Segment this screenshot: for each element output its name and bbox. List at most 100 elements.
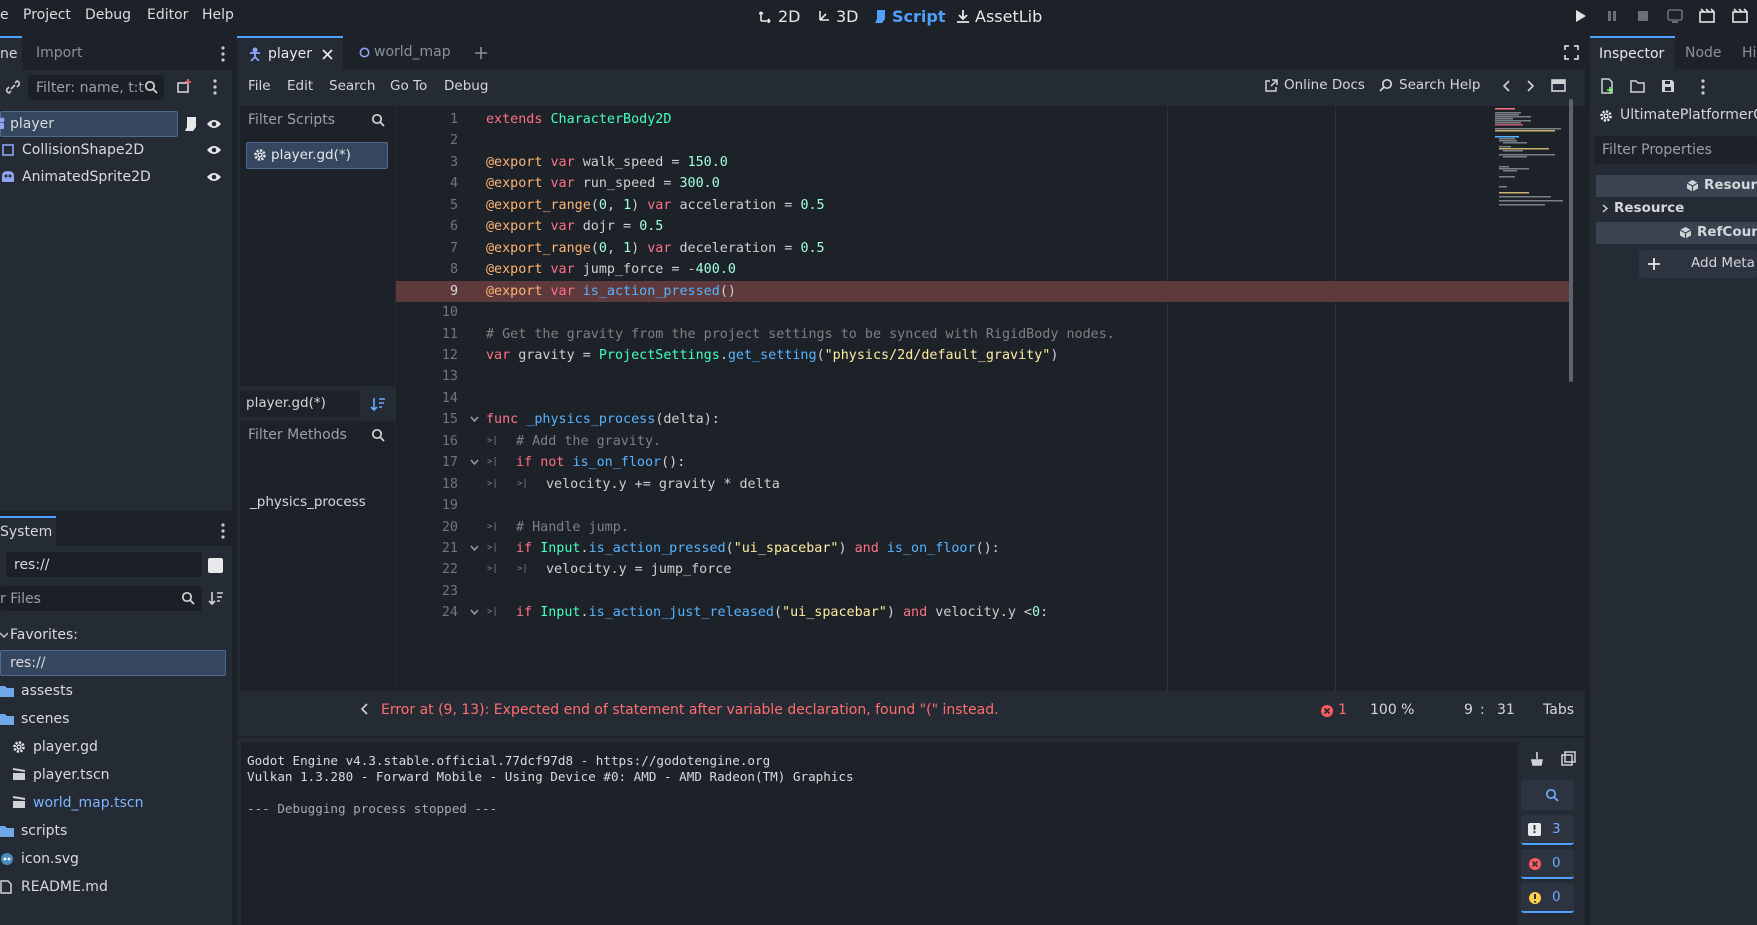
code-line[interactable]: 16 >| # Add the gravity. xyxy=(396,431,1569,452)
tab-inspector[interactable]: Inspector xyxy=(1590,36,1675,69)
workspace-script[interactable]: Script xyxy=(874,4,945,28)
output-log[interactable]: Godot Engine v4.3.stable.official.77dcf9… xyxy=(241,742,1518,925)
line-number[interactable]: 24 xyxy=(398,602,458,623)
code-line[interactable]: 20 >| # Handle jump. xyxy=(396,517,1569,538)
code-line[interactable]: 3 @export var walk_speed = 150.0 xyxy=(396,152,1569,173)
menu-scene[interactable]: e xyxy=(0,4,9,26)
add-metadata-button[interactable]: Add Meta xyxy=(1639,250,1757,278)
code-line[interactable]: 11 # Get the gravity from the project set… xyxy=(396,324,1569,345)
code-line[interactable]: 2 xyxy=(396,130,1569,151)
code-line[interactable]: 17 >| if not is_on_floor(): xyxy=(396,452,1569,473)
indent-mode[interactable]: Tabs xyxy=(1543,702,1574,718)
line-number[interactable]: 3 xyxy=(398,152,458,173)
fold-arrow-icon[interactable] xyxy=(470,602,479,623)
workspace-3d[interactable]: 3D xyxy=(817,4,859,28)
line-number[interactable]: 11 xyxy=(398,324,458,345)
toggle-split-icon[interactable] xyxy=(208,558,223,573)
line-number[interactable]: 22 xyxy=(398,559,458,580)
file-item-res[interactable]: res:// xyxy=(0,650,46,675)
play-custom-icon[interactable] xyxy=(1731,7,1749,25)
script-attached-icon[interactable] xyxy=(184,116,198,132)
search-help-button[interactable]: Search Help xyxy=(1379,77,1480,93)
file-item-player-tscn[interactable]: player.tscn xyxy=(12,762,110,787)
code-line[interactable]: 12 var gravity = ProjectSettings.get_sett… xyxy=(396,345,1569,366)
fold-arrow-icon[interactable] xyxy=(470,538,479,559)
line-number[interactable]: 1 xyxy=(398,109,458,130)
file-item-world-map-tscn[interactable]: world_map.tscn xyxy=(12,790,143,815)
line-number[interactable]: 15 xyxy=(398,409,458,430)
code-line[interactable]: 19 xyxy=(396,495,1569,516)
script-menu-search[interactable]: Search xyxy=(329,78,375,94)
filesystem-filter-input[interactable]: r Files xyxy=(0,586,202,611)
line-number[interactable]: 18 xyxy=(398,474,458,495)
toggle-panel-icon[interactable] xyxy=(1551,79,1566,92)
file-item-readme[interactable]: README.md xyxy=(0,874,108,899)
line-number[interactable]: 9 xyxy=(398,281,458,302)
code-line[interactable]: 15 func _physics_process(delta): xyxy=(396,409,1569,430)
file-item-scenes[interactable]: scenes xyxy=(0,706,69,731)
kebab-menu-icon[interactable] xyxy=(221,46,225,62)
pause-icon[interactable] xyxy=(1603,7,1621,25)
code-line[interactable]: 18 >| >| velocity.y += gravity * delta xyxy=(396,474,1569,495)
line-number[interactable]: 5 xyxy=(398,195,458,216)
line-number[interactable]: 17 xyxy=(398,452,458,473)
line-number[interactable]: 2 xyxy=(398,130,458,151)
kebab-menu-icon[interactable] xyxy=(1701,79,1705,95)
code-line[interactable]: 10 xyxy=(396,302,1569,323)
line-number[interactable]: 23 xyxy=(398,581,458,602)
filesystem-path-input[interactable]: res:// xyxy=(6,552,202,577)
line-number[interactable]: 8 xyxy=(398,259,458,280)
script-menu-goto[interactable]: Go To xyxy=(390,78,427,94)
code-line[interactable]: 4 @export var run_speed = 300.0 xyxy=(396,173,1569,194)
fold-arrow-icon[interactable] xyxy=(470,452,479,473)
scene-node-animated-sprite[interactable]: AnimatedSprite2D xyxy=(0,164,232,189)
line-number[interactable]: 21 xyxy=(398,538,458,559)
sort-icon[interactable] xyxy=(208,590,224,606)
play-icon[interactable] xyxy=(1571,7,1589,25)
messages-filter-button[interactable]: ! 3 xyxy=(1521,815,1574,845)
new-resource-icon[interactable] xyxy=(1600,78,1615,94)
tab-node[interactable]: Node xyxy=(1685,45,1722,61)
kebab-menu-icon[interactable] xyxy=(213,79,217,95)
workspace-2d[interactable]: 2D xyxy=(759,4,801,28)
play-scene-icon[interactable] xyxy=(1698,7,1716,25)
code-line[interactable]: 23 xyxy=(396,581,1569,602)
tab-history[interactable]: Hi xyxy=(1742,45,1756,61)
filter-toggle[interactable] xyxy=(1521,780,1574,810)
script-item-player[interactable]: player.gd(*) xyxy=(246,142,388,169)
code-line[interactable]: 6 @export var dojr = 0.5 xyxy=(396,216,1569,237)
tab-player[interactable]: player xyxy=(237,36,343,69)
code-line[interactable]: 24 >| if Input.is_action_just_released("ui… xyxy=(396,602,1569,623)
stop-icon[interactable] xyxy=(1634,7,1652,25)
online-docs-button[interactable]: Online Docs xyxy=(1265,77,1365,93)
instance-scene-icon[interactable] xyxy=(176,78,192,94)
code-line[interactable]: 14 xyxy=(396,388,1569,409)
error-count[interactable]: 1 xyxy=(1338,702,1347,718)
group-resource[interactable]: Resource xyxy=(1602,200,1684,216)
chevron-left-icon[interactable] xyxy=(1503,80,1511,92)
clear-output-icon[interactable] xyxy=(1529,751,1545,767)
line-number[interactable]: 6 xyxy=(398,216,458,237)
script-menu-edit[interactable]: Edit xyxy=(287,78,313,94)
chevron-left-icon[interactable] xyxy=(361,703,369,715)
errors-filter-button[interactable]: 0 xyxy=(1521,849,1574,879)
error-message[interactable]: Error at (9, 13): Expected end of statem… xyxy=(381,702,999,718)
code-line[interactable]: 8 @export var jump_force = -400.0 xyxy=(396,259,1569,280)
script-menu-file[interactable]: File xyxy=(248,78,271,94)
visibility-eye-icon[interactable] xyxy=(206,144,222,156)
menu-help[interactable]: Help xyxy=(202,4,234,26)
tab-filesystem[interactable]: System xyxy=(0,516,56,546)
line-number[interactable]: 13 xyxy=(398,366,458,387)
fullscreen-icon[interactable] xyxy=(1564,45,1579,60)
line-number[interactable]: 16 xyxy=(398,431,458,452)
chevron-right-icon[interactable] xyxy=(1526,80,1534,92)
code-scrollbar[interactable] xyxy=(1569,99,1573,382)
menu-project[interactable]: Project xyxy=(23,4,71,26)
code-line[interactable]: 1 extends CharacterBody2D xyxy=(396,109,1569,130)
line-number[interactable]: 14 xyxy=(398,388,458,409)
file-item-assests[interactable]: assests xyxy=(0,678,73,703)
scene-node-collision-shape[interactable]: CollisionShape2D xyxy=(0,137,232,162)
line-number[interactable]: 4 xyxy=(398,173,458,194)
link-icon[interactable] xyxy=(5,79,21,95)
file-item-player-gd[interactable]: player.gd xyxy=(12,734,98,759)
